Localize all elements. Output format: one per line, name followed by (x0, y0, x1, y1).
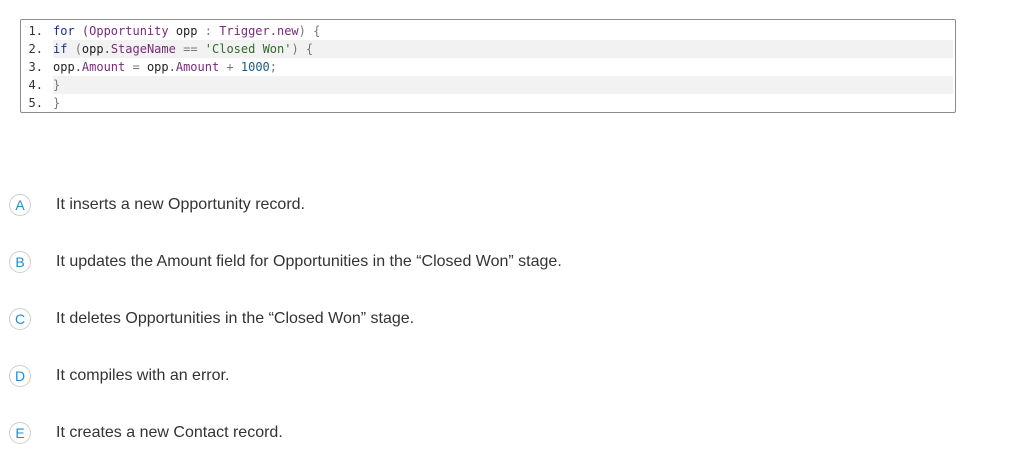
code-line-4: 4. } (21, 76, 953, 94)
code-token: .Amount (74, 60, 133, 74)
option-letter-badge: D (9, 365, 31, 387)
code-token: .StageName (103, 42, 184, 56)
answer-option-a[interactable]: A It inserts a new Opportunity record. (9, 193, 305, 217)
code-line-1: 1. for (Opportunity opp : Trigger.new) { (21, 22, 955, 40)
code-token: opp (146, 60, 169, 74)
code-token: 'Closed Won' (204, 42, 292, 56)
option-letter-badge: C (9, 308, 31, 330)
code-line-3: 3. opp .Amount = opp .Amount + 1000; (21, 58, 955, 76)
option-letter-badge: A (9, 194, 31, 216)
code-token: ( (74, 42, 82, 56)
answer-option-d[interactable]: D It compiles with an error. (9, 364, 229, 388)
code-token: = (132, 60, 147, 74)
option-text: It inserts a new Opportunity record. (56, 196, 305, 213)
line-number: 3. (28, 60, 43, 74)
line-number: 4. (21, 76, 53, 94)
code-token: .Amount (168, 60, 227, 74)
code-token: for (53, 24, 82, 38)
code-token: opp (81, 42, 104, 56)
code-text: opp .Amount = opp .Amount + 1000; (53, 58, 277, 76)
code-line-5: 5. } (21, 94, 955, 112)
code-token: ; (269, 60, 278, 74)
code-token: } (53, 78, 61, 92)
option-text: It deletes Opportunities in the “Closed … (56, 310, 415, 327)
code-token: opp (53, 60, 75, 74)
code-token: ) { (291, 42, 314, 56)
code-text: for (Opportunity opp : Trigger.new) { (53, 22, 320, 40)
code-token: == (183, 42, 205, 56)
option-letter-badge: B (9, 251, 31, 273)
code-text: } (53, 76, 60, 94)
code-token: + (226, 60, 241, 74)
answer-option-c[interactable]: C It deletes Opportunities in the “Close… (9, 307, 414, 331)
answer-option-b[interactable]: B It updates the Amount field for Opport… (9, 250, 562, 274)
code-token: if (53, 42, 75, 56)
option-text: It creates a new Contact record. (56, 424, 283, 441)
code-token: opp (175, 24, 205, 38)
line-number: 5. (28, 96, 43, 110)
code-token: ) { (298, 24, 321, 38)
option-text: It updates the Amount field for Opportun… (56, 253, 562, 270)
code-token: : (204, 24, 220, 38)
code-token: } (53, 96, 61, 110)
line-number: 2. (21, 40, 53, 58)
line-number: 1. (28, 24, 43, 38)
code-text: } (53, 94, 60, 112)
option-text: It compiles with an error. (56, 367, 230, 384)
code-token: (Opportunity (81, 24, 176, 38)
code-line-2: 2. if (opp .StageName == 'Closed Won') { (21, 40, 953, 58)
code-token: 1000 (240, 60, 270, 74)
code-token: Trigger.new (219, 24, 299, 38)
code-snippet: 1. for (Opportunity opp : Trigger.new) {… (20, 19, 956, 113)
code-text: if (opp .StageName == 'Closed Won') { (53, 40, 313, 58)
option-letter-badge: E (9, 422, 31, 444)
answer-option-e[interactable]: E It creates a new Contact record. (9, 421, 283, 445)
